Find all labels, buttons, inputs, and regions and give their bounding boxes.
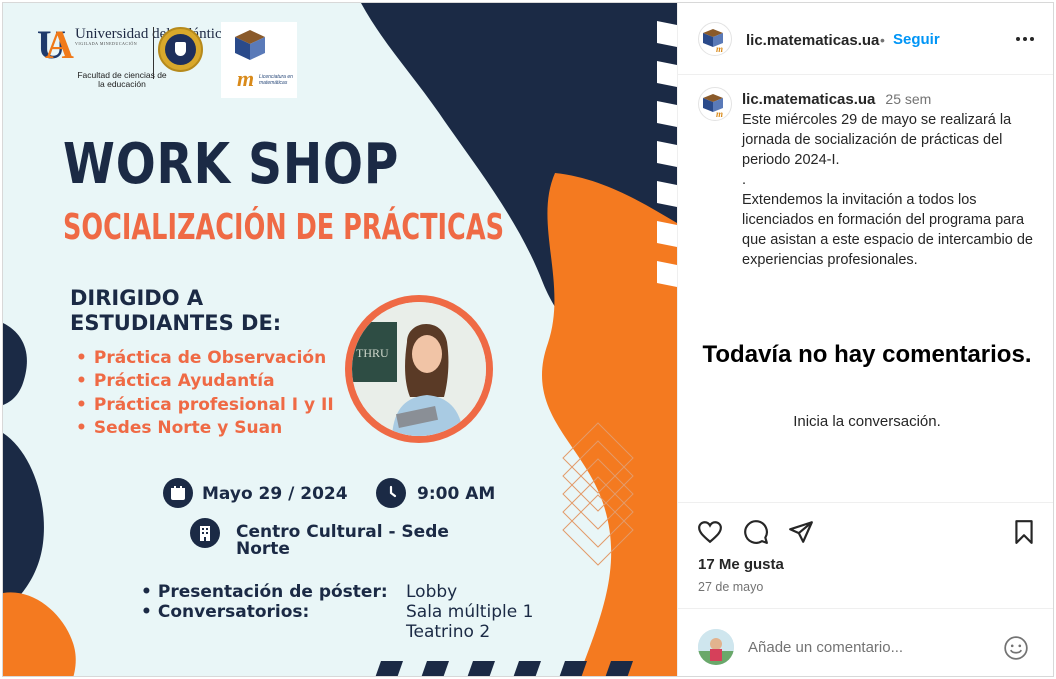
list-item: Sedes Norte y Suan [76, 417, 334, 440]
post-sidebar: m lic.matematicas.ua • Seguir m lic.mate… [677, 3, 1053, 676]
university-mark: UA [37, 22, 74, 67]
post-actions: 17 Me gusta 27 de mayo [678, 502, 1053, 608]
svg-text:m: m [716, 44, 723, 54]
caption-avatar[interactable]: m [698, 87, 732, 121]
event-time: 9:00 AM [417, 484, 496, 504]
no-comments-title: Todavía no hay comentarios. [702, 341, 1032, 368]
poster-subtitle: SOCIALIZACIÓN DE PRÁCTICAS [63, 207, 505, 248]
list-item: Práctica de Observación [76, 347, 334, 370]
list-item: Presentación de póster: [141, 582, 388, 602]
list-item: Práctica profesional I y II [76, 394, 334, 417]
caption-text: Este miércoles 29 de mayo se realizará l… [742, 112, 1033, 268]
share-icon[interactable] [786, 517, 816, 547]
poster-title: WORK SHOP [63, 132, 400, 197]
post-author-username[interactable]: lic.matematicas.ua [746, 32, 879, 49]
program-logo-letter: m [237, 66, 255, 91]
separator-dot: • [880, 32, 885, 48]
list-item: Conversatorios: [141, 602, 388, 622]
teacher-photo: THRU [345, 295, 493, 443]
poster-background-shapes [3, 3, 677, 676]
activities-list: Presentación de póster: Conversatorios: [141, 582, 388, 622]
heart-icon[interactable] [695, 517, 725, 547]
comment-bar [678, 608, 1053, 676]
avatar[interactable]: m [698, 22, 732, 56]
audience-heading: DIRIGIDO A ESTUDIANTES DE: [70, 286, 282, 335]
likes-count[interactable]: 17 Me gusta [698, 556, 784, 573]
location-item: Teatrino 2 [406, 622, 491, 642]
post-caption: lic.matematicas.ua 25 sem Este miércoles… [742, 89, 1042, 270]
svg-text:m: m [716, 109, 723, 119]
audience-list: Práctica de Observación Práctica Ayudant… [76, 347, 334, 440]
calendar-icon [163, 478, 193, 508]
follow-button[interactable]: Seguir [893, 31, 940, 48]
logo-divider [153, 27, 154, 79]
post-header: m lic.matematicas.ua • Seguir [678, 3, 1053, 75]
post-modal: UA Universidad del Atlántico VIGILADA MI… [2, 2, 1054, 677]
more-icon[interactable] [1012, 27, 1038, 51]
clock-icon [376, 478, 406, 508]
list-item: Práctica Ayudantía [76, 370, 334, 393]
program-logo: m Licenciatura en matemáticas [221, 22, 297, 98]
activity-locations: Lobby Sala múltiple 1 Teatrino 2 [406, 582, 533, 642]
building-icon [190, 518, 220, 548]
caption-username[interactable]: lic.matematicas.ua [742, 90, 875, 110]
post-date[interactable]: 27 de mayo [698, 580, 763, 594]
post-image: UA Universidad del Atlántico VIGILADA MI… [3, 3, 677, 676]
cube-icon [235, 30, 265, 60]
comment-input[interactable] [748, 635, 998, 659]
event-date: Mayo 29 / 2024 [202, 484, 348, 504]
emoji-icon[interactable] [1003, 635, 1029, 661]
location-item: Sala múltiple 1 [406, 602, 534, 622]
no-comments-subtitle: Inicia la conversación. [793, 413, 941, 430]
program-logo-text: Licenciatura en matemáticas [259, 74, 293, 86]
comment-icon[interactable] [741, 517, 771, 547]
bookmark-icon[interactable] [1009, 517, 1039, 547]
current-user-avatar[interactable] [698, 629, 734, 665]
faculty-seal-icon [158, 27, 203, 72]
caption-time-ago[interactable]: 25 sem [885, 89, 931, 109]
location-item: Lobby [406, 582, 458, 602]
svg-text:THRU: THRU [356, 346, 389, 360]
event-venue: Centro Cultural - Sede Norte [236, 522, 449, 559]
